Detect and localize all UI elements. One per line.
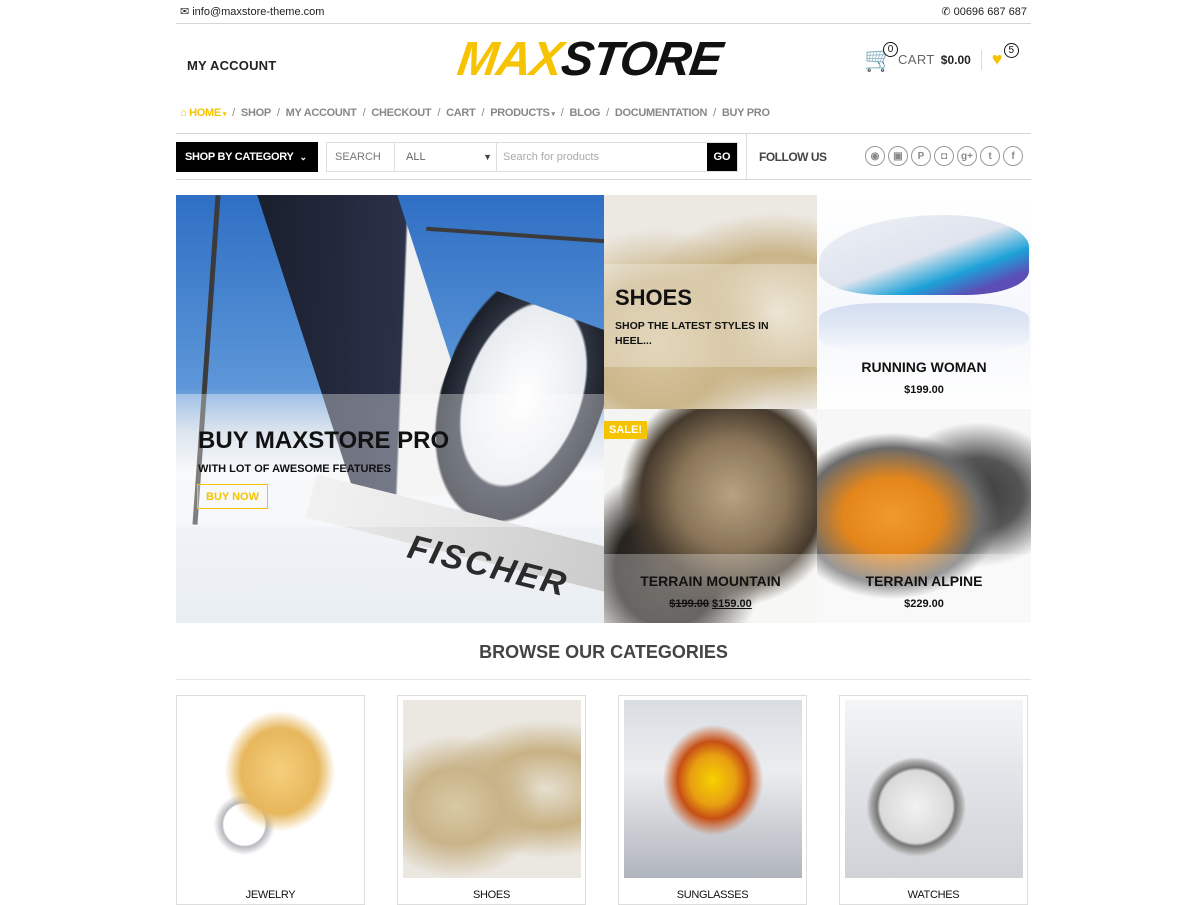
main-nav: ⌂ HOME ▾ / SHOP / MY ACCOUNT / CHECKOUT / CART / PR…: [176, 104, 1031, 122]
category-name: JEWELRY: [245, 889, 296, 901]
caret-down-icon: ▾: [551, 111, 556, 118]
chevron-down-icon: ⌄: [299, 151, 307, 162]
my-account-link[interactable]: MY ACCOUNT: [187, 58, 276, 73]
nav-separator: /: [232, 107, 235, 119]
category-image: [845, 700, 1023, 878]
tile-title: SHOES: [615, 285, 693, 310]
tile-subtitle: SHOP THE LATEST STYLES IN HEEL...: [615, 320, 769, 347]
nav-item-documentation[interactable]: DOCUMENTATION: [615, 107, 708, 119]
sale-badge: SALE!: [604, 421, 647, 439]
cart-label[interactable]: CART: [898, 52, 935, 67]
category-image: [403, 700, 581, 878]
category-name: WATCHES: [907, 889, 960, 901]
instagram-icon[interactable]: ◘: [934, 146, 954, 166]
hero-grid: FISCHER BUY MAXSTORE PRO WITH LOT OF AWE…: [176, 195, 1031, 623]
site-header: MY ACCOUNT MAXSTORE 🛒 0 CART $0.00 ♥ 5: [176, 25, 1031, 100]
nav-separator: /: [606, 107, 609, 119]
nav-separator: /: [437, 107, 441, 119]
product-search: SEARCH ALL ▼ GO: [326, 142, 738, 172]
caret-down-icon: ▾: [222, 111, 227, 118]
category-image: [624, 700, 802, 878]
category-image: [182, 700, 360, 878]
product-image-reflection: [819, 303, 1029, 353]
follow-us-label: FOLLOW US: [759, 150, 827, 164]
buy-now-button[interactable]: BUY NOW: [197, 484, 268, 509]
follow-us: FOLLOW US ◉ ▣ P ◘ g+ t f: [746, 134, 1031, 179]
search-label: SEARCH: [327, 143, 395, 171]
contact-phone: ✆ 00696 687 687: [941, 6, 1027, 18]
product-image: [819, 215, 1029, 295]
wishlist-button[interactable]: ♥ 5: [991, 43, 1019, 70]
nav-separator: /: [713, 107, 716, 119]
cart-count-badge: 0: [883, 42, 898, 57]
google-plus-icon[interactable]: g+: [957, 146, 977, 166]
phone-icon: ✆: [941, 6, 951, 18]
banner-title: BUY MAXSTORE PRO: [198, 427, 450, 454]
product-title[interactable]: TERRAIN ALPINE: [817, 573, 1031, 589]
category-grid: JEWELRY SHOES SUNGLASSES WATCHES: [176, 695, 1031, 905]
facebook-icon[interactable]: f: [1003, 146, 1023, 166]
category-name: SHOES: [472, 889, 510, 901]
social-icons: ◉ ▣ P ◘ g+ t f: [865, 146, 1023, 166]
banner-subtitle: WITH LOT OF AWESOME FEATURES: [198, 463, 392, 475]
product-price: $199.00: [904, 384, 944, 396]
nav-separator: /: [481, 107, 485, 119]
nav-item-blog[interactable]: BLOG: [570, 107, 601, 119]
product-price: $199.00 $159.00: [604, 598, 817, 610]
nav-item-my-account[interactable]: MY ACCOUNT: [286, 107, 357, 119]
category-select[interactable]: ALL ▼: [395, 143, 497, 171]
youtube-icon[interactable]: ▣: [888, 146, 908, 166]
search-input[interactable]: [497, 143, 707, 171]
product-tile[interactable]: SALE! TERRAIN MOUNTAIN $199.00 $159.00: [604, 409, 817, 623]
twitter-icon[interactable]: t: [980, 146, 1000, 166]
dropdown-arrow-icon: ▼: [483, 152, 492, 162]
product-title[interactable]: TERRAIN MOUNTAIN: [604, 573, 817, 589]
wishlist-count-badge: 5: [1003, 43, 1019, 58]
product-tile[interactable]: RUNNING WOMAN $199.00: [817, 195, 1031, 409]
shopping-cart-icon[interactable]: 🛒 0: [864, 42, 898, 74]
contact-email[interactable]: ✉ info@maxstore-theme.com: [180, 5, 324, 18]
ski-pole-image: [426, 226, 604, 244]
pinterest-icon[interactable]: P: [911, 146, 931, 166]
tile-overlay: [604, 264, 817, 367]
category-card-watches[interactable]: WATCHES: [839, 695, 1028, 905]
shop-by-category-button[interactable]: SHOP BY CATEGORY ⌄: [176, 142, 318, 172]
nav-separator: /: [560, 107, 564, 119]
nav-item-cart[interactable]: CART: [446, 107, 476, 119]
browse-categories-heading: BROWSE OUR CATEGORIES: [176, 642, 1031, 680]
product-price: $229.00: [904, 598, 944, 610]
nav-item-home[interactable]: ⌂ HOME ▾: [180, 107, 226, 119]
nav-item-buy-pro[interactable]: BUY PRO: [722, 107, 770, 119]
top-bar: ✉ info@maxstore-theme.com ✆ 00696 687 687: [176, 0, 1031, 24]
category-card-sunglasses[interactable]: SUNGLASSES: [618, 695, 807, 905]
old-price: $199.00: [669, 598, 709, 610]
category-card-shoes[interactable]: SHOES: [397, 695, 586, 905]
home-icon: ⌂: [180, 107, 190, 119]
nav-item-shop[interactable]: SHOP: [241, 107, 271, 119]
heart-icon: ♥: [991, 49, 1003, 69]
reddit-icon[interactable]: ◉: [865, 146, 885, 166]
nav-separator: /: [276, 107, 280, 119]
nav-item-products[interactable]: PRODUCTS ▾: [490, 107, 555, 119]
cart-widget[interactable]: 🛒 0 CART $0.00 ♥ 5: [864, 42, 1019, 74]
promo-banner[interactable]: FISCHER BUY MAXSTORE PRO WITH LOT OF AWE…: [176, 195, 604, 623]
search-row: SHOP BY CATEGORY ⌄ SEARCH ALL ▼ GO FOLLO…: [176, 133, 1031, 180]
nav-separator: /: [362, 107, 366, 119]
divider: [980, 49, 982, 70]
cart-total: $0.00: [940, 52, 971, 67]
nav-item-checkout[interactable]: CHECKOUT: [371, 107, 431, 119]
product-tile[interactable]: TERRAIN ALPINE $229.00: [817, 409, 1031, 623]
category-name: SUNGLASSES: [676, 889, 749, 901]
category-card-jewelry[interactable]: JEWELRY: [176, 695, 365, 905]
search-go-button[interactable]: GO: [707, 143, 737, 171]
sale-price: $159.00: [712, 598, 752, 610]
envelope-icon: ✉: [180, 6, 190, 18]
product-title[interactable]: RUNNING WOMAN: [817, 359, 1031, 375]
site-logo[interactable]: MAXSTORE: [454, 33, 725, 86]
shoes-category-tile[interactable]: SHOES SHOP THE LATEST STYLES IN HEEL...: [604, 195, 817, 409]
